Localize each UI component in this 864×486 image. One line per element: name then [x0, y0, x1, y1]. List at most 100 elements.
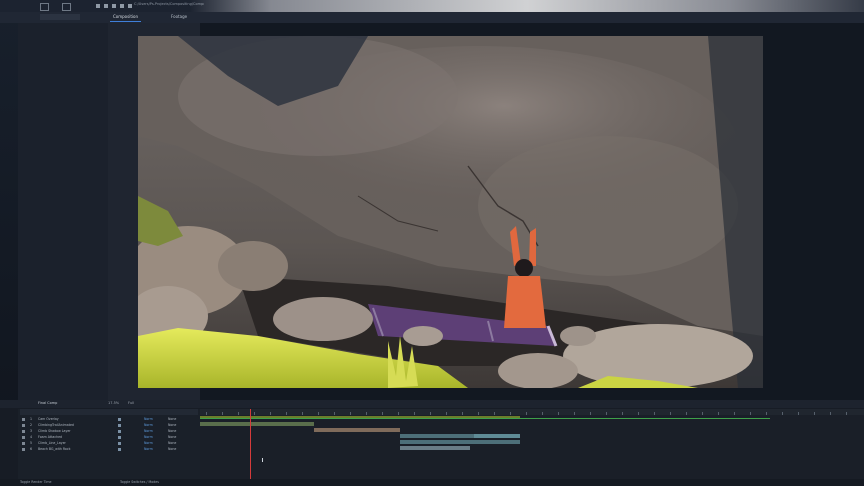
ruler-tick — [814, 412, 815, 415]
ruler-tick — [526, 412, 527, 415]
layer-row[interactable]: 5 Climb_Line_Layer Norm None — [18, 441, 200, 446]
layer-track-bar[interactable] — [314, 428, 400, 432]
ruler-tick — [558, 412, 559, 415]
zoom-tool-icon[interactable] — [112, 4, 116, 8]
ruler-tick — [750, 412, 751, 415]
layer-track-bar[interactable] — [400, 446, 470, 450]
timeline-comp-tab[interactable]: Final Comp — [38, 401, 88, 407]
rotate-tool-icon[interactable] — [120, 4, 124, 8]
composition-viewer[interactable] — [138, 36, 763, 388]
layer-row[interactable]: 3 Climb Shadow Layer Norm None — [18, 429, 200, 434]
ruler-tick — [846, 412, 847, 415]
layer-name[interactable]: Climb Shadow Layer — [38, 429, 108, 434]
layer-switch-icon[interactable] — [118, 448, 121, 451]
resolution-readout[interactable]: Full — [128, 401, 144, 407]
visibility-eye-icon[interactable] — [22, 430, 25, 433]
status-bar: Toggle Render Time Toggle Switches / Mod… — [0, 479, 864, 486]
layer-mode[interactable]: Norm — [144, 435, 153, 440]
status-left[interactable]: Toggle Render Time — [20, 480, 80, 486]
mouse-cursor-icon — [262, 458, 266, 462]
layer-switch-icon[interactable] — [118, 436, 121, 439]
layer-parent[interactable]: None — [168, 441, 176, 446]
visibility-eye-icon[interactable] — [22, 436, 25, 439]
ruler-tick — [622, 412, 623, 415]
ruler-tick — [782, 412, 783, 415]
layer-number: 1 — [30, 417, 33, 421]
ruler-tick — [206, 412, 207, 415]
layer-number: 5 — [30, 441, 33, 445]
zoom-readout[interactable]: 17.5% — [108, 401, 128, 407]
ruler-tick — [734, 412, 735, 415]
layer-row[interactable]: 1 Cam Overlay Norm None — [18, 417, 200, 422]
ruler-tick — [270, 412, 271, 415]
layer-name[interactable]: ClimbingTrailAnimated — [38, 423, 108, 428]
layer-parent[interactable]: None — [168, 423, 176, 428]
layer-number: 4 — [30, 435, 33, 439]
ruler-tick — [638, 412, 639, 415]
hand-tool-icon[interactable] — [104, 4, 108, 8]
ruler-tick — [574, 412, 575, 415]
layer-panel[interactable]: 1 Cam Overlay Norm None 2 ClimbingTrailAnimat… — [18, 409, 200, 479]
layer-switch-icon[interactable] — [118, 424, 121, 427]
layer-name[interactable]: Climb_Line_Layer — [38, 441, 108, 446]
ruler-tick — [830, 412, 831, 415]
tab-footage[interactable]: Footage — [168, 12, 190, 21]
camera-tool-icon[interactable] — [128, 4, 132, 8]
ruler-tick — [510, 412, 511, 415]
layer-mode[interactable]: Norm — [144, 441, 153, 446]
search-icon[interactable] — [62, 3, 71, 11]
layer-parent[interactable]: None — [168, 447, 176, 452]
visibility-eye-icon[interactable] — [22, 448, 25, 451]
layer-number: 2 — [30, 423, 33, 427]
ruler-tick — [398, 412, 399, 415]
layer-track-bar[interactable] — [474, 434, 520, 438]
layer-switch-icon[interactable] — [118, 430, 121, 433]
timeline-tracks[interactable] — [200, 409, 864, 479]
ruler-tick — [382, 412, 383, 415]
status-mid[interactable]: Toggle Switches / Modes — [120, 480, 200, 486]
ruler-tick — [302, 412, 303, 415]
layer-parent[interactable]: None — [168, 435, 176, 440]
layer-switch-icon[interactable] — [118, 442, 121, 445]
layer-switch-icon[interactable] — [118, 418, 121, 421]
visibility-eye-icon[interactable] — [22, 424, 25, 427]
layer-name[interactable]: Foam Attached — [38, 435, 108, 440]
project-panel[interactable] — [18, 23, 108, 403]
ruler-tick — [686, 412, 687, 415]
layer-row[interactable]: 4 Foam Attached Norm None — [18, 435, 200, 440]
ruler-tick — [222, 412, 223, 415]
layer-name[interactable]: Cam Overlay — [38, 417, 108, 422]
ruler-tick — [718, 412, 719, 415]
layer-parent[interactable]: None — [168, 429, 176, 434]
layer-mode[interactable]: Norm — [144, 447, 153, 452]
layer-number: 3 — [30, 429, 33, 433]
layer-track-bar[interactable] — [400, 440, 520, 444]
layer-mode[interactable]: Norm — [144, 429, 153, 434]
timeline-header: Final Comp 17.5% Full — [0, 400, 864, 408]
layer-mode[interactable]: Norm — [144, 423, 153, 428]
ruler-tick — [254, 412, 255, 415]
ruler-tick — [494, 412, 495, 415]
layer-row[interactable]: 2 ClimbingTrailAnimated Norm None — [18, 423, 200, 428]
time-ruler[interactable] — [200, 409, 864, 415]
layer-row[interactable]: 6 Beach BG_with Rock Norm None — [18, 447, 200, 452]
ruler-tick — [430, 412, 431, 415]
ruler-tick — [542, 412, 543, 415]
tab-composition[interactable]: Composition — [110, 12, 141, 22]
home-icon[interactable] — [40, 3, 49, 11]
render-progress-line — [200, 418, 770, 419]
playhead[interactable] — [250, 409, 251, 479]
ruler-tick — [702, 412, 703, 415]
visibility-eye-icon[interactable] — [22, 442, 25, 445]
ruler-tick — [766, 412, 767, 415]
layer-name[interactable]: Beach BG_with Rock — [38, 447, 108, 452]
brush-overlay — [190, 0, 864, 12]
ruler-tick — [414, 412, 415, 415]
selection-tool-icon[interactable] — [96, 4, 100, 8]
project-search-input[interactable] — [40, 14, 80, 20]
layer-mode[interactable]: Norm — [144, 417, 153, 422]
layer-parent[interactable]: None — [168, 417, 176, 422]
ruler-tick — [286, 412, 287, 415]
visibility-eye-icon[interactable] — [22, 418, 25, 421]
layer-track-bar[interactable] — [200, 422, 314, 426]
